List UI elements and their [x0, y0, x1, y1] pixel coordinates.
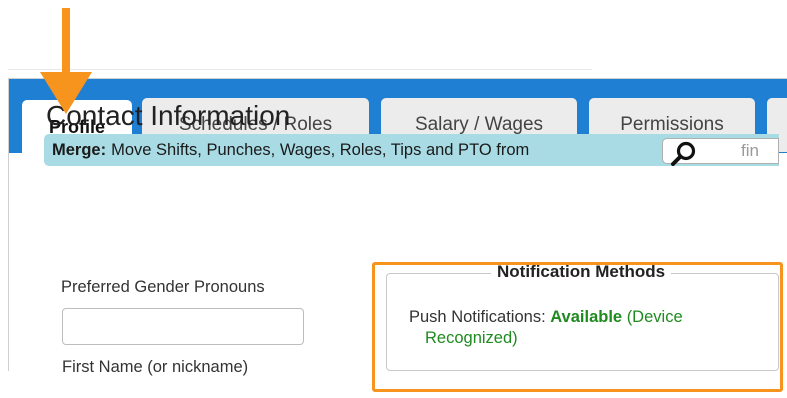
first-name-label: First Name (or nickname)	[62, 358, 249, 376]
search-icon[interactable]	[669, 140, 699, 171]
merge-label: Merge:	[52, 140, 107, 159]
pronouns-label: Preferred Gender Pronouns	[61, 278, 265, 296]
merge-search-input[interactable]: fin	[662, 138, 779, 166]
search-placeholder: fin	[741, 141, 759, 160]
pronouns-input[interactable]	[62, 308, 304, 345]
highlight-box	[372, 262, 783, 392]
merge-description: Move Shifts, Punches, Wages, Roles, Tips…	[111, 140, 530, 159]
down-arrow-annotation-icon	[36, 8, 98, 121]
